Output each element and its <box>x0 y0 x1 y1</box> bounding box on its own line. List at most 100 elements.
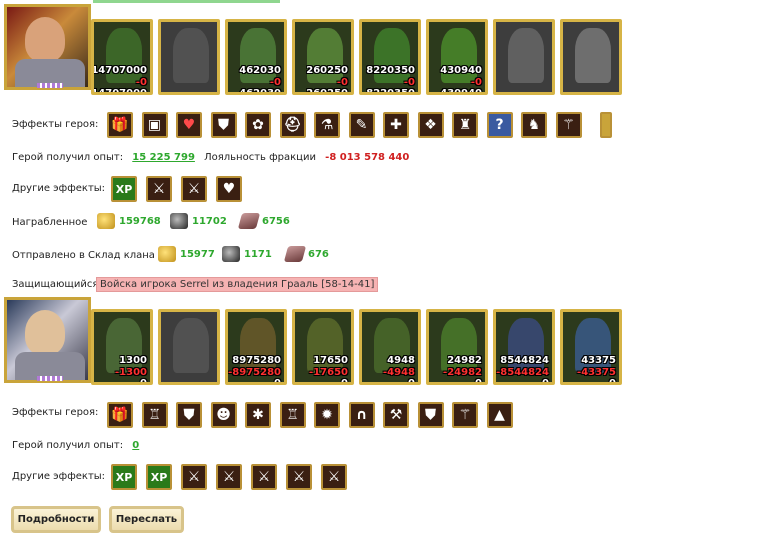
xp-icon[interactable]: ХР <box>111 464 137 490</box>
staff-icon[interactable]: ⚚ <box>555 112 582 138</box>
potion-icon[interactable]: ⚗ <box>314 112 340 138</box>
unit-slot[interactable]: 8220350 -0 8220350 <box>359 19 421 95</box>
ore-icon <box>170 213 188 229</box>
loyalty-label: Лояльность фракции <box>204 152 316 163</box>
unit-count-top: 4948 <box>387 355 415 366</box>
unit-slot[interactable] <box>158 309 220 385</box>
unit-count-bot: 0 <box>341 378 348 385</box>
unit-count-top: 43375 <box>581 355 616 366</box>
horseshoe-icon[interactable]: ∩ <box>348 402 375 428</box>
exp-label: Герой получил опыт: <box>12 152 124 163</box>
heart-icon[interactable]: ♥ <box>176 112 202 138</box>
xp-icon[interactable]: ХР <box>146 464 172 490</box>
sword-icon[interactable]: ⚔ <box>181 464 207 490</box>
shield-icon[interactable]: ⛊ <box>176 402 202 428</box>
exp-value[interactable]: 0 <box>132 440 139 451</box>
wood-icon <box>283 246 307 262</box>
unit-slot[interactable]: 17650 -17650 0 <box>292 309 354 385</box>
gold-icon <box>97 213 115 229</box>
unit-count-bot: 430940 <box>440 88 482 95</box>
question-icon[interactable]: ? <box>486 112 513 138</box>
clan-ore: 1171 <box>222 246 272 262</box>
unit-count-bot: 462030 <box>239 88 281 95</box>
robe-icon[interactable]: ▲ <box>486 402 513 428</box>
head-icon[interactable]: ☻ <box>210 402 237 428</box>
unit-count-mid: -17650 <box>309 367 348 378</box>
unit-count-bot: 0 <box>475 378 482 385</box>
unit-slot[interactable]: 14707000 -0 14707000 <box>91 19 153 95</box>
unit-slot[interactable] <box>493 19 555 95</box>
unit-count-top: 8220350 <box>366 65 415 76</box>
gift-icon[interactable]: 🎁 <box>107 112 133 138</box>
dragon-icon[interactable]: ♞ <box>521 112 547 138</box>
unit-slot[interactable] <box>158 19 220 95</box>
defender-portrait[interactable] <box>4 297 91 383</box>
crab-icon[interactable]: ✱ <box>245 402 271 428</box>
unit-slot[interactable]: 24982 -24982 0 <box>426 309 488 385</box>
plundered-label: Награбленное <box>12 217 88 228</box>
unit-count-bot: 8220350 <box>366 88 415 95</box>
details-button[interactable]: Подробности <box>11 506 101 533</box>
cross-icon[interactable]: ✚ <box>383 112 409 138</box>
unit-count-mid: -43375 <box>577 367 616 378</box>
wood-icon <box>237 213 261 229</box>
unit-slot[interactable] <box>560 19 622 95</box>
unit-slot[interactable]: 43375 -43375 0 <box>560 309 622 385</box>
unit-count-top: 260250 <box>306 65 348 76</box>
shield-icon[interactable]: ⛊ <box>210 112 237 138</box>
portrait-beads <box>37 376 63 381</box>
unit-count-top: 1300 <box>119 355 147 366</box>
scroll-right-icon[interactable] <box>600 112 612 138</box>
xp-icon[interactable]: ХР <box>111 176 137 202</box>
heart-sword-icon[interactable]: ♥ <box>216 176 242 202</box>
gold-icon <box>158 246 176 262</box>
unit-slot[interactable]: 430940 -0 430940 <box>426 19 488 95</box>
defender-effects-label: Эффекты героя: <box>12 407 99 418</box>
plundered-ore: 11702 <box>170 213 227 229</box>
sword-icon[interactable]: ⚔ <box>251 464 277 490</box>
unit-count-bot: 0 <box>408 378 415 385</box>
unit-count-mid: -0 <box>135 77 147 88</box>
sword-icon[interactable]: ⚔ <box>181 176 207 202</box>
staff-icon[interactable]: ⚚ <box>452 402 478 428</box>
gift-icon[interactable]: 🎁 <box>107 402 133 428</box>
flame-icon[interactable]: ✹ <box>314 402 340 428</box>
unit-slot[interactable]: 8975280 -8975280 0 <box>225 309 287 385</box>
helm-icon[interactable]: ♖ <box>141 402 168 428</box>
cloak-icon[interactable]: ♜ <box>452 112 478 138</box>
exp-value[interactable]: 15 225 799 <box>132 152 195 163</box>
sword-icon[interactable]: ⚔ <box>286 464 312 490</box>
shield-icon[interactable]: ⛊ <box>417 402 444 428</box>
flowers-icon[interactable]: ✿ <box>245 112 271 138</box>
unit-slot[interactable]: 260250 -0 260250 <box>292 19 354 95</box>
unit-count-mid: -0 <box>269 77 281 88</box>
unit-figure <box>575 28 611 83</box>
ornament-icon[interactable]: ❖ <box>417 112 444 138</box>
unit-count-mid: -1300 <box>115 367 147 378</box>
sword-icon[interactable]: ⚔ <box>321 464 347 490</box>
unit-count-bot: 14707000 <box>91 88 147 95</box>
unit-count-mid: -8975280 <box>228 367 281 378</box>
sword-icon[interactable]: ⚔ <box>146 176 172 202</box>
attacker-exp-row: Герой получил опыт: 15 225 799 Лояльност… <box>12 152 409 163</box>
unit-slot[interactable]: 1300 -1300 0 <box>91 309 153 385</box>
axe-icon[interactable]: ⚒ <box>383 402 409 428</box>
helmet-icon[interactable]: ⛑ <box>279 112 306 138</box>
defender-name: Войска игрока Serrel из владения Грааль … <box>96 277 379 292</box>
attacker-portrait[interactable] <box>4 4 91 90</box>
armor-icon[interactable]: ♖ <box>279 402 306 428</box>
attacker-effects-label: Эффекты героя: <box>12 119 99 130</box>
unit-slot[interactable]: 8544824 -8544824 0 <box>493 309 555 385</box>
unit-slot[interactable]: 4948 -4948 0 <box>359 309 421 385</box>
forward-button[interactable]: Переслать <box>109 506 184 533</box>
unit-count-top: 8544824 <box>500 355 549 366</box>
unit-count-mid: -0 <box>403 77 415 88</box>
unit-slot[interactable]: 462030 -0 462030 <box>225 19 287 95</box>
unit-count-bot: 260250 <box>306 88 348 95</box>
plundered-gold: 159768 <box>97 213 161 229</box>
unit-count-mid: -0 <box>470 77 482 88</box>
attacker-other-label: Другие эффекты: <box>12 183 106 194</box>
sword-icon[interactable]: ⚔ <box>216 464 242 490</box>
chest-icon[interactable]: ▣ <box>141 112 168 138</box>
scroll-icon[interactable]: ✎ <box>348 112 375 138</box>
